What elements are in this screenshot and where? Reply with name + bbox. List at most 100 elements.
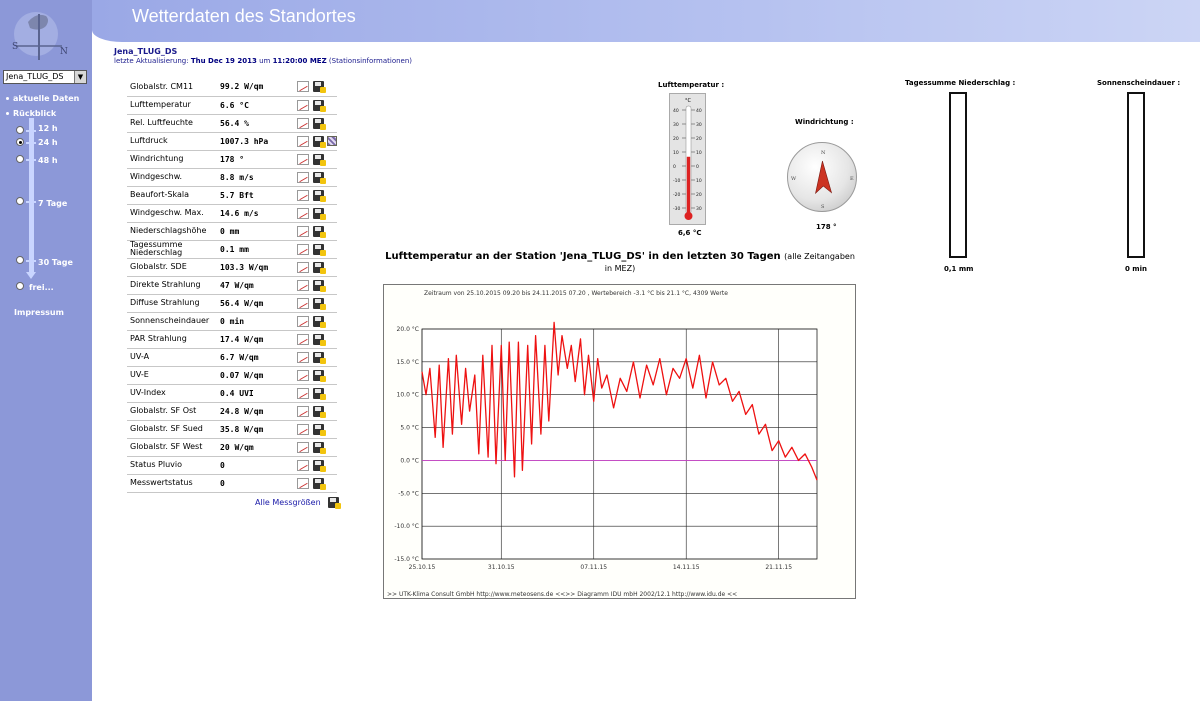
save-icon[interactable] xyxy=(313,261,326,274)
review-link[interactable]: Rückblick xyxy=(6,109,56,118)
measurement-value: 56.4 W/qm xyxy=(217,294,297,313)
range-label-24h[interactable]: 24 h xyxy=(38,138,58,147)
range-label-7-tage[interactable]: 7 Tage xyxy=(38,199,67,208)
save-icon[interactable] xyxy=(313,81,326,94)
save-icon[interactable] xyxy=(313,243,326,256)
range-radio-7-tage[interactable] xyxy=(16,197,24,205)
table-row: Rel. Luftfeuchte 56.4 % xyxy=(127,114,337,133)
chart-icon[interactable] xyxy=(297,153,309,165)
save-icon[interactable] xyxy=(313,135,326,148)
range-radio-30-tage[interactable] xyxy=(16,256,24,264)
chevron-down-icon[interactable]: ▼ xyxy=(74,71,86,83)
chart-y-tick-label: 5.0 °C xyxy=(400,425,419,432)
chart-icon[interactable] xyxy=(297,351,309,363)
chart-icon[interactable] xyxy=(297,315,309,327)
station-select[interactable]: Jena_TLUG_DS ▼ xyxy=(3,70,87,84)
save-icon[interactable] xyxy=(313,171,326,184)
save-icon[interactable] xyxy=(313,225,326,238)
table-row: Lufttemperatur 6.6 °C xyxy=(127,96,337,115)
save-icon[interactable] xyxy=(313,99,326,112)
range-radio-24h[interactable] xyxy=(16,138,24,146)
save-icon[interactable] xyxy=(313,297,326,310)
impressum-link[interactable]: Impressum xyxy=(14,308,64,317)
save-icon[interactable] xyxy=(313,315,326,328)
chart-grid xyxy=(421,328,818,560)
chart-icon[interactable] xyxy=(297,81,309,93)
range-tick xyxy=(26,260,36,262)
range-label-12h[interactable]: 12 h xyxy=(38,124,58,133)
save-icon[interactable] xyxy=(313,279,326,292)
chart-icon[interactable] xyxy=(297,135,309,147)
range-radio-frei[interactable] xyxy=(16,282,24,290)
save-icon[interactable] xyxy=(313,207,326,220)
chart-icon[interactable] xyxy=(297,99,309,111)
chart-icon[interactable] xyxy=(297,405,309,417)
range-label-48h[interactable]: 48 h xyxy=(38,156,58,165)
temperature-caption: Lufttemperatur : xyxy=(658,81,725,89)
measurement-value: 0 xyxy=(217,474,297,493)
chart-icon[interactable] xyxy=(297,297,309,309)
chart-icon[interactable] xyxy=(297,189,309,201)
compass-svg: N S W E xyxy=(791,150,854,210)
chart-y-tick-label: -5.0 °C xyxy=(398,490,419,497)
chart-icon[interactable] xyxy=(297,333,309,345)
save-icon[interactable] xyxy=(313,459,326,472)
measurement-value: 35.8 W/qm xyxy=(217,420,297,439)
save-icon[interactable] xyxy=(313,117,326,130)
chart-icon[interactable] xyxy=(297,441,309,453)
chart-icon[interactable] xyxy=(297,225,309,237)
range-tick xyxy=(26,159,36,161)
thermometer-tick-label: -10 xyxy=(673,178,680,184)
range-radio-12h[interactable] xyxy=(16,126,24,134)
save-icon[interactable] xyxy=(313,405,326,418)
thermometer-tick-label: 20 xyxy=(673,136,679,142)
measurement-label: Tagessumme Niederschlag xyxy=(127,240,217,259)
chart-icon[interactable] xyxy=(297,243,309,255)
chart-icon[interactable] xyxy=(297,279,309,291)
chart-icon[interactable] xyxy=(297,171,309,183)
temperature-value: 6,6 °C xyxy=(678,229,702,237)
all-measures-label[interactable]: Alle Messgrößen xyxy=(255,498,321,507)
save-icon[interactable] xyxy=(313,369,326,382)
chart-icon[interactable] xyxy=(297,387,309,399)
sidebar: S N Jena_TLUG_DS ▼ aktuelle Daten Rückbl… xyxy=(0,0,92,701)
current-data-label: aktuelle Daten xyxy=(13,94,80,103)
save-icon[interactable] xyxy=(313,477,326,490)
save-icon[interactable] xyxy=(313,423,326,436)
measurement-label: Luftdruck xyxy=(127,132,217,151)
measurement-value: 0.4 UVI xyxy=(217,384,297,403)
svg-text:S: S xyxy=(12,42,18,52)
chart-icon[interactable] xyxy=(297,477,309,489)
save-icon[interactable] xyxy=(313,387,326,400)
measurement-actions xyxy=(297,384,337,403)
current-data-link[interactable]: aktuelle Daten xyxy=(6,94,79,103)
save-icon[interactable] xyxy=(328,497,342,509)
range-label-30-tage[interactable]: 30 Tage xyxy=(38,258,73,267)
update-um: um xyxy=(259,57,271,65)
range-label-frei[interactable]: frei... xyxy=(29,283,54,292)
chart-icon[interactable] xyxy=(297,207,309,219)
save-icon[interactable] xyxy=(313,153,326,166)
table-row: Beaufort-Skala 5.7 Bft xyxy=(127,186,337,205)
chart-title: Lufttemperatur an der Station 'Jena_TLUG… xyxy=(385,251,855,275)
chart-icon[interactable] xyxy=(297,261,309,273)
chart-x-tick-label: 14.11.15 xyxy=(673,564,700,571)
measurement-actions xyxy=(297,474,337,493)
chart-icon[interactable] xyxy=(297,459,309,471)
chart-icon[interactable] xyxy=(297,423,309,435)
save-icon[interactable] xyxy=(313,441,326,454)
table-grid-icon[interactable] xyxy=(327,136,337,146)
measurement-label: Globalstr. SF Ost xyxy=(127,402,217,421)
sunshine-bar xyxy=(1127,92,1145,258)
range-radio-48h[interactable] xyxy=(16,155,24,163)
chart-icon[interactable] xyxy=(297,117,309,129)
chart-y-tick-label: 15.0 °C xyxy=(397,359,419,366)
save-icon[interactable] xyxy=(313,189,326,202)
table-row: Windrichtung 178 ° xyxy=(127,150,337,169)
chart-icon[interactable] xyxy=(297,369,309,381)
all-measures-link[interactable]: Alle Messgrößen xyxy=(255,497,342,509)
save-icon[interactable] xyxy=(313,351,326,364)
station-info-link[interactable]: (Stationsinformationen) xyxy=(329,57,412,65)
measurement-label: Globalstr. SF West xyxy=(127,438,217,457)
save-icon[interactable] xyxy=(313,333,326,346)
